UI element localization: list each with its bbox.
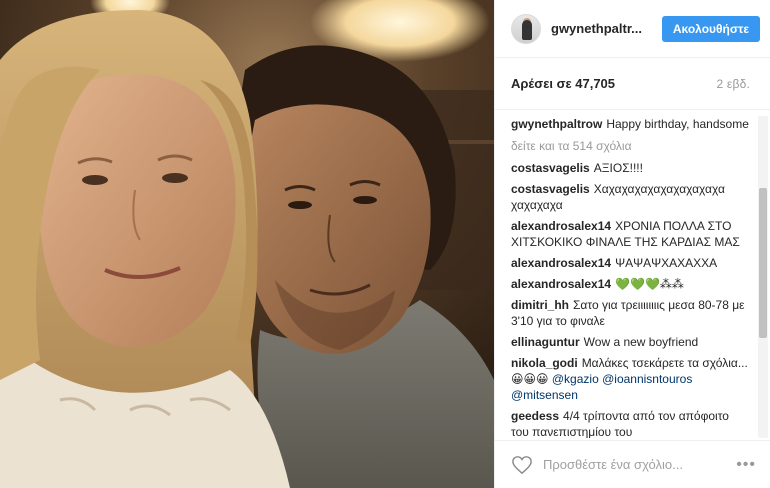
scrollbar-thumb[interactable] — [759, 188, 767, 338]
comment-item: alexandrosalex14 💚💚💚⁂⁂ — [511, 276, 750, 292]
instagram-post: gwynethpaltr... Ακολουθήστε Αρέσει σε 47… — [0, 0, 770, 488]
comment-text: ΑΞΙΟΣ!!!! — [593, 161, 643, 175]
header-username[interactable]: gwynethpaltr... — [551, 21, 654, 36]
likes-count[interactable]: Αρέσει σε 47,705 — [511, 76, 615, 91]
comment-text: 💚💚💚⁂⁂ — [615, 277, 684, 291]
avatar-figure-icon — [522, 19, 532, 40]
comment-username[interactable]: costasvagelis — [511, 182, 590, 196]
post-photo[interactable] — [0, 0, 494, 488]
caption: gwynethpaltrow Happy birthday, handsome — [511, 116, 750, 132]
load-more-comments[interactable]: δείτε και τα 514 σχόλια — [511, 138, 750, 154]
post-stats: Αρέσει σε 47,705 2 εβδ. — [495, 58, 770, 110]
comment-username[interactable]: alexandrosalex14 — [511, 219, 611, 233]
comment-text: Wow a new boyfriend — [583, 335, 699, 349]
more-options-button[interactable]: ••• — [736, 456, 756, 474]
comment-footer: ••• — [495, 440, 770, 488]
comment-username[interactable]: costasvagelis — [511, 161, 590, 175]
comment-item: alexandrosalex14 ΧΡΟΝΙΑ ΠΟΛΛΑ ΣΤΟ ΧΙΤΣΚΟΚ… — [511, 218, 750, 250]
comment-mention[interactable]: @kgazio — [552, 372, 599, 386]
comments-scrollbar[interactable] — [758, 116, 768, 438]
caption-text: Happy birthday, handsome — [606, 117, 749, 131]
caption-username[interactable]: gwynethpaltrow — [511, 117, 602, 131]
comment-item: alexandrosalex14 ΨΑΨΑΨΧΑΧΑΧΧΑ — [511, 255, 750, 271]
comment-username[interactable]: alexandrosalex14 — [511, 277, 611, 291]
comment-username[interactable]: nikola_godi — [511, 356, 578, 370]
comment-item: nikola_godi Μαλάκες τσεκάρετε τα σχόλια..… — [511, 355, 750, 403]
comment-item: dimitri_hh Σατο για τρειιιιιιιις μεσα 80-… — [511, 297, 750, 329]
comment-item: geedess 4/4 τρίποντα από τον απόφοιτο του… — [511, 408, 750, 438]
comment-item: costasvagelis Χαχαχαχαχαχαχαχαχαχα χαχαχα… — [511, 181, 750, 213]
comment-item: ellinaguntur Wow a new boyfriend — [511, 334, 750, 350]
follow-button[interactable]: Ακολουθήστε — [662, 15, 760, 42]
selfie-photo-illustration — [0, 0, 494, 488]
post-header: gwynethpaltr... Ακολουθήστε — [495, 0, 770, 58]
comment-mention[interactable]: @ioannisntouros — [602, 372, 692, 386]
comment-item: costasvagelis ΑΞΙΟΣ!!!! — [511, 160, 750, 176]
profile-avatar[interactable] — [511, 13, 541, 44]
post-side-panel: gwynethpaltr... Ακολουθήστε Αρέσει σε 47… — [494, 0, 770, 488]
comment-text: ΨΑΨΑΨΧΑΧΑΧΧΑ — [615, 256, 718, 270]
comment-username[interactable]: alexandrosalex14 — [511, 256, 611, 270]
comment-username[interactable]: geedess — [511, 409, 559, 423]
comment-username[interactable]: ellinaguntur — [511, 335, 580, 349]
comment-username[interactable]: dimitri_hh — [511, 298, 569, 312]
post-timestamp[interactable]: 2 εβδ. — [717, 77, 750, 91]
comment-mention[interactable]: @mitsensen — [511, 388, 578, 402]
comments-list[interactable]: gwynethpaltrow Happy birthday, handsome δ… — [495, 110, 770, 438]
add-comment-input[interactable] — [543, 457, 737, 472]
heart-icon[interactable] — [511, 455, 533, 475]
